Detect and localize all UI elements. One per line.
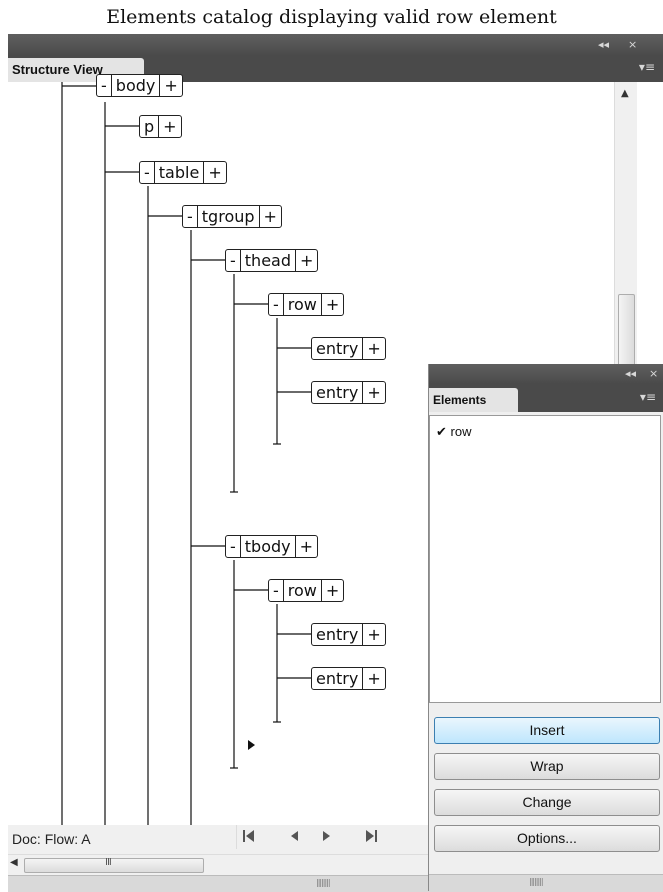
tree-node-p[interactable]: p + — [139, 115, 182, 138]
tab-elements-label: Elements — [433, 393, 487, 407]
tree-node-body[interactable]: - body + — [96, 74, 183, 97]
expand-toggle[interactable]: + — [320, 294, 343, 315]
scroll-up-icon[interactable]: ▲ — [621, 88, 629, 99]
elements-titlebar: ◂◂ × — [429, 364, 663, 384]
change-button[interactable]: Change — [434, 789, 660, 816]
node-label[interactable]: entry — [312, 624, 362, 645]
expand-toggle[interactable]: + — [203, 162, 225, 183]
element-name: row — [450, 424, 472, 439]
structure-view-titlebar: ◂◂ × — [8, 34, 663, 56]
collapse-toggle[interactable]: - — [183, 206, 197, 227]
scroll-left-icon[interactable]: ◀ — [10, 857, 18, 868]
next-page-icon — [323, 831, 330, 841]
first-page-icon — [243, 830, 254, 842]
tree-node-tbody-entry-1[interactable]: entry + — [311, 623, 386, 646]
node-label[interactable]: table — [153, 162, 204, 183]
elements-tabbar: Elements ▾≡ — [429, 384, 663, 412]
horizontal-scroll-thumb[interactable]: III — [24, 857, 204, 873]
node-label[interactable]: tbody — [239, 536, 295, 557]
expand-toggle[interactable]: + — [362, 382, 384, 403]
tree-node-thead-entry-1[interactable]: entry + — [311, 337, 386, 360]
flow-label: Flow: A — [44, 831, 91, 847]
collapse-toggle[interactable]: - — [97, 75, 111, 96]
expand-toggle[interactable]: + — [320, 580, 343, 601]
elements-panel: ◂◂ × Elements ▾≡ ✔ row Insert Wrap Chang… — [428, 364, 663, 892]
insertion-point-icon — [248, 740, 255, 750]
tree-node-tbody[interactable]: - tbody + — [225, 535, 319, 558]
collapse-panel-icon[interactable]: ◂◂ — [598, 37, 609, 53]
figure-caption: Elements catalog displaying valid row el… — [106, 6, 557, 28]
node-label[interactable]: thead — [239, 250, 295, 271]
expand-toggle[interactable]: + — [295, 250, 317, 271]
node-label[interactable]: tgroup — [196, 206, 259, 227]
horizontal-scrollbar[interactable]: ◀ III — [8, 854, 428, 875]
collapse-panel-icon[interactable]: ◂◂ — [625, 366, 636, 382]
tree-node-tgroup[interactable]: - tgroup + — [182, 205, 282, 228]
expand-toggle[interactable]: + — [362, 668, 384, 689]
resize-grip-icon[interactable]: |||||||| — [529, 877, 544, 886]
tab-elements[interactable]: Elements — [429, 388, 518, 412]
panel-menu-icon[interactable]: ▾≡ — [639, 60, 655, 74]
collapse-toggle[interactable]: - — [269, 580, 283, 601]
node-label[interactable]: body — [110, 75, 160, 96]
expand-toggle[interactable]: + — [158, 116, 180, 137]
expand-toggle[interactable]: + — [362, 624, 384, 645]
wrap-button[interactable]: Wrap — [434, 753, 660, 780]
previous-page-icon — [291, 831, 298, 841]
tree-node-tbody-entry-2[interactable]: entry + — [311, 667, 386, 690]
collapse-toggle[interactable]: - — [226, 250, 240, 271]
close-icon[interactable]: × — [628, 37, 637, 53]
tree-node-thead-row[interactable]: - row + — [268, 293, 345, 316]
insert-button[interactable]: Insert — [434, 717, 660, 744]
resize-grip-icon[interactable]: |||||||| — [316, 878, 331, 887]
collapse-toggle[interactable]: - — [269, 294, 283, 315]
node-label[interactable]: row — [282, 294, 321, 315]
node-label[interactable]: p — [140, 116, 158, 137]
tree-node-thead-entry-2[interactable]: entry + — [311, 381, 386, 404]
tab-structure-view-label: Structure View — [12, 62, 103, 77]
tree-node-table[interactable]: - table + — [139, 161, 227, 184]
checkmark-icon: ✔ — [436, 424, 447, 439]
tree-node-thead[interactable]: - thead + — [225, 249, 319, 272]
close-icon[interactable]: × — [649, 366, 658, 382]
expand-toggle[interactable]: + — [258, 206, 281, 227]
grip-icon: III — [105, 857, 112, 868]
node-label[interactable]: entry — [312, 668, 362, 689]
list-item[interactable]: ✔ row — [436, 424, 471, 440]
last-page-icon — [366, 830, 377, 842]
expand-toggle[interactable]: + — [159, 75, 181, 96]
status-doc-flow: Doc: Flow: A — [12, 831, 91, 847]
collapse-toggle[interactable]: - — [140, 162, 154, 183]
expand-toggle[interactable]: + — [362, 338, 384, 359]
elements-list[interactable]: ✔ row — [429, 415, 661, 703]
node-label[interactable]: entry — [312, 382, 362, 403]
expand-toggle[interactable]: + — [294, 536, 317, 557]
elements-bottom-bar: |||||||| — [429, 874, 663, 892]
collapse-toggle[interactable]: - — [226, 536, 240, 557]
options-button[interactable]: Options... — [434, 825, 660, 852]
panel-menu-icon[interactable]: ▾≡ — [640, 390, 656, 404]
node-label[interactable]: row — [282, 580, 321, 601]
doc-label: Doc: — [12, 831, 41, 847]
tree-node-tbody-row[interactable]: - row + — [268, 579, 345, 602]
page-nav — [236, 825, 377, 849]
node-label[interactable]: entry — [312, 338, 362, 359]
